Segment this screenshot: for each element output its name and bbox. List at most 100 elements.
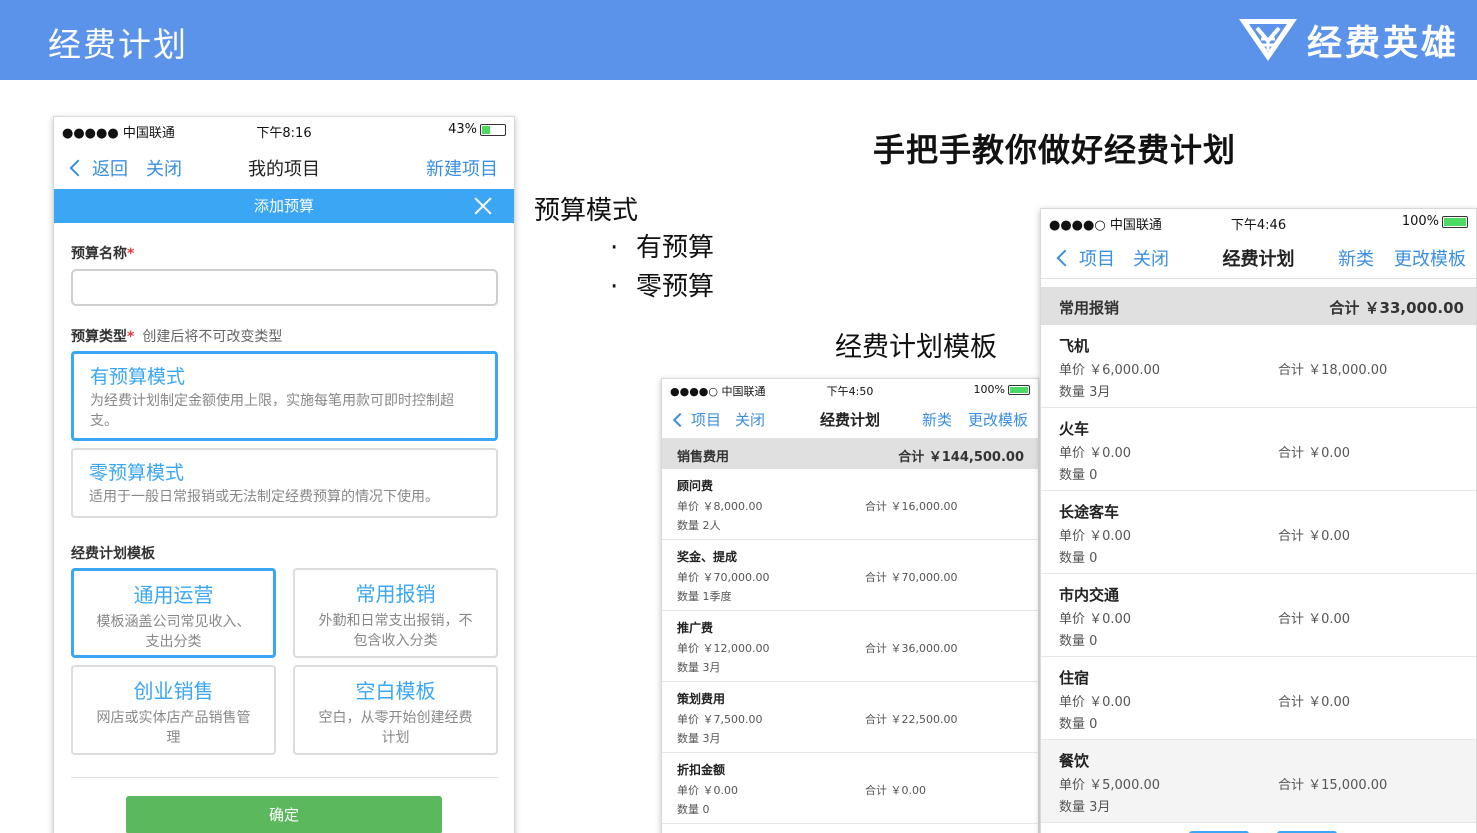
section-name: 销售费用: [677, 450, 730, 465]
expense-name: 火车: [1059, 420, 1090, 438]
modal-title: 添加预算: [253, 197, 314, 215]
expense-name: 长途客车: [1059, 503, 1120, 521]
mode-title: 预算模式: [534, 196, 639, 226]
banner-title: 经费计划: [48, 25, 188, 64]
quantity: 数量 0: [1059, 717, 1098, 732]
expense-row[interactable]: 火车 单价 ￥0.00 合计 ￥0.00 数量 0: [1041, 408, 1476, 491]
type-hint: 创建后将不可改变类型: [142, 329, 283, 345]
unit-price: 单价 ￥0.00: [1059, 529, 1132, 544]
confirm-button[interactable]: 确定: [126, 796, 442, 833]
template-startup-sales[interactable]: 创业销售 网店或实体店产品销售管理: [71, 665, 276, 755]
unit-price: 单价 ￥0.00: [1059, 612, 1132, 627]
row-total: 合计 ￥0.00: [1278, 612, 1351, 627]
row-total: 合计 ￥70,000.00: [865, 571, 958, 584]
nav-bar: 项目 关闭 经费计划 新类 更改模板: [662, 399, 1038, 439]
phone-add-budget: ●●●●● 中国联通 下午8:16 43% 返回 关闭 我的项目 新建项目 添加…: [53, 116, 515, 833]
quantity: 数量 3月: [1059, 800, 1111, 815]
status-bar: ●●●●○ 中国联通 下午4:50 100%: [662, 379, 1038, 399]
budget-name-input[interactable]: [71, 269, 498, 306]
new-category-button[interactable]: 新类: [1338, 245, 1374, 271]
expense-row[interactable]: 策划费用 单价 ￥7,500.00 合计 ￥22,500.00 数量 3月: [662, 682, 1038, 753]
expense-name: 推广费: [677, 621, 714, 635]
status-bar: ●●●●● 中国联通 下午8:16 43%: [54, 117, 514, 143]
template-desc: 空白，从零开始创建经费计划: [318, 710, 473, 746]
row-total: 合计 ￥18,000.00: [1278, 363, 1388, 378]
expense-name: 策划费用: [677, 692, 726, 706]
new-project-button[interactable]: 新建项目: [426, 155, 498, 181]
expense-name: 市内交通: [1059, 586, 1120, 604]
nav-actions: 新类 更改模板: [1318, 245, 1466, 271]
expense-name: 飞机: [1059, 337, 1090, 355]
unit-price: 单价 ￥0.00: [677, 784, 738, 797]
mode-desc: 适用于一般日常报销或无法制定经费预算的情况下使用。: [89, 489, 439, 505]
required-mark: *: [127, 329, 135, 345]
brand-name: 经费英雄: [1306, 23, 1459, 64]
template-title: 空白模板: [355, 679, 436, 703]
mode-bullet-label: 有预算: [636, 233, 715, 263]
expense-name: 奖金、提成: [677, 550, 738, 564]
label-text: 预算名称: [71, 246, 127, 262]
brand-logo-icon: [1238, 19, 1297, 61]
battery-status: 100%: [1402, 214, 1468, 229]
template-label: 经费计划模板: [71, 546, 155, 562]
expense-row[interactable]: 折扣金额 单价 ￥0.00 合计 ￥0.00 数量 0: [662, 753, 1038, 824]
new-category-button[interactable]: 新类: [922, 409, 952, 430]
section-header: 销售费用 合计 ￥144,500.00: [662, 439, 1038, 469]
expense-row[interactable]: 推广费 单价 ￥12,000.00 合计 ￥36,000.00 数量 3月: [662, 611, 1038, 682]
expense-row[interactable]: 奖金、提成 单价 ￥70,000.00 合计 ￥70,000.00 数量 1季度: [662, 540, 1038, 611]
expense-name: 折扣金额: [677, 763, 726, 777]
slide: 经费计划 经费英雄 手把手教你做好经费计划 预算模式 · 有预算 · 零预算 经费计…: [0, 0, 1477, 833]
battery-icon: [480, 123, 506, 136]
mode-title: 有预算模式: [90, 366, 186, 388]
required-mark: *: [127, 246, 135, 262]
battery-status: 43%: [448, 122, 506, 137]
mode-title: 零预算模式: [89, 462, 185, 484]
nav-actions: 新类 更改模板: [906, 409, 1028, 430]
quantity: 数量 3月: [1059, 385, 1111, 400]
row-total: 合计 ￥36,000.00: [865, 642, 958, 655]
expense-row[interactable]: 市内交通单价 ￥0.00 合计 ￥0.00 数量 0: [1041, 574, 1476, 657]
row-total: 合计 ￥16,000.00: [865, 500, 958, 513]
section-name: 常用报销: [1059, 299, 1120, 317]
expense-row[interactable]: 长途客车 单价 ￥0.00 合计 ￥0.00 数量 0: [1041, 491, 1476, 574]
unit-price: 单价 ￥0.00: [1059, 446, 1132, 461]
quantity: 数量 3月: [677, 661, 721, 674]
row-total: 合计 ￥22,500.00: [865, 713, 958, 726]
slide-heading: 手把手教你做好经费计划: [873, 131, 1237, 169]
change-template-button[interactable]: 更改模板: [1394, 245, 1466, 271]
template-title: 通用运营: [133, 583, 214, 607]
bullet-dot: ·: [610, 272, 619, 302]
mode-bullet-label: 零预算: [636, 272, 715, 302]
template-blank[interactable]: 空白模板 空白，从零开始创建经费计划: [293, 665, 498, 755]
section-total: 合计 ￥144,500.00: [898, 450, 1024, 465]
unit-price: 单价 ￥7,500.00: [677, 713, 763, 726]
expense-row[interactable]: 餐饮 单价 ￥5,000.00 合计 ￥15,000.00 数量 3月: [1041, 740, 1476, 823]
quantity: 数量 0: [677, 803, 710, 816]
mode-option-zero-budget[interactable]: 零预算模式 适用于一般日常报销或无法制定经费预算的情况下使用。: [71, 448, 498, 518]
template-common-reimburse[interactable]: 常用报销 外勤和日常支出报销，不包含收入分类: [293, 568, 498, 658]
unit-price: 单价 ￥8,000.00: [677, 500, 763, 513]
template-desc: 外勤和日常支出报销，不包含收入分类: [318, 613, 473, 649]
close-icon[interactable]: [472, 195, 494, 217]
quantity: 数量 0: [1059, 468, 1098, 483]
unit-price: 单价 ￥6,000.00: [1059, 363, 1161, 378]
template-section-label: 经费计划模板: [835, 332, 997, 363]
mode-option-with-budget[interactable]: 有预算模式 为经费计划制定金额使用上限，实施每笔用款可即时控制超支。: [71, 351, 498, 441]
clock: 下午8:16: [256, 126, 312, 141]
quantity: 数量 0: [1059, 634, 1098, 649]
battery-icon: [1442, 215, 1468, 228]
battery-percent: 43%: [448, 122, 477, 137]
expense-row[interactable]: 飞机单价 ￥6,000.00 合计 ￥18,000.00 数量 3月: [1041, 325, 1476, 408]
template-general-ops[interactable]: 通用运营 模板涵盖公司常见收入、支出分类: [71, 568, 276, 658]
battery-percent: 100%: [973, 383, 1005, 396]
unit-price: 单价 ￥0.00: [1059, 695, 1132, 710]
template-title: 创业销售: [133, 679, 214, 703]
expense-row[interactable]: 住宿 单价 ￥0.00 合计 ￥0.00 数量 0: [1041, 657, 1476, 740]
expense-row[interactable]: 顾问费 单价 ￥8,000.00 合计 ￥16,000.00 数量 2人: [662, 469, 1038, 540]
modal-header: 添加预算: [54, 189, 514, 223]
row-total: 合计 ￥0.00: [1278, 529, 1351, 544]
battery-percent: 100%: [1401, 214, 1439, 229]
template-desc: 网店或实体店产品销售管理: [96, 710, 251, 746]
budget-name-label: 预算名称*: [71, 243, 134, 263]
change-template-button[interactable]: 更改模板: [968, 409, 1028, 430]
